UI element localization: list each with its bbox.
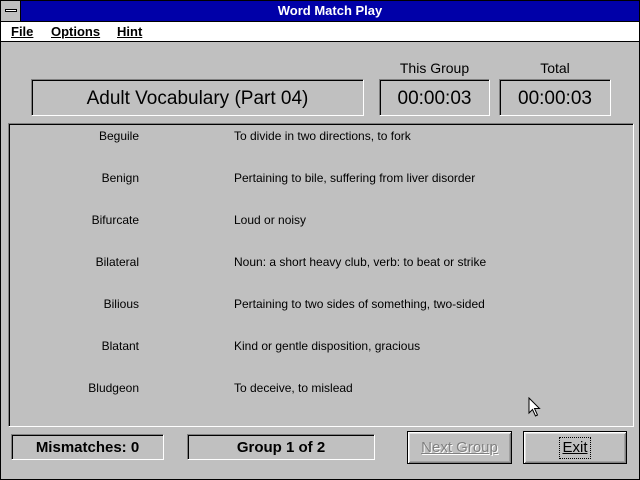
definition-item[interactable]: Noun: a short heavy club, verb: to beat … xyxy=(234,255,486,269)
definition-item[interactable]: Loud or noisy xyxy=(234,213,306,227)
definition-item[interactable]: Pertaining to bile, suffering from liver… xyxy=(234,171,475,185)
definition-item[interactable]: To deceive, to mislead xyxy=(234,381,353,395)
definition-item[interactable]: Kind or gentle disposition, gracious xyxy=(234,339,420,353)
definition-item[interactable]: To divide in two directions, to fork xyxy=(234,129,411,143)
mismatches-counter: Mismatches: 0 xyxy=(11,434,164,460)
menu-bar: File Options Hint xyxy=(1,22,639,42)
next-group-button[interactable]: Next Group xyxy=(407,431,512,464)
exit-button-label: Exit xyxy=(559,437,591,459)
term-item[interactable]: Benign xyxy=(9,171,139,185)
total-timer: 00:00:03 xyxy=(499,79,611,116)
mouse-pointer-icon xyxy=(528,397,541,417)
term-item[interactable]: Bludgeon xyxy=(9,381,139,395)
definition-item[interactable]: Pertaining to two sides of something, tw… xyxy=(234,297,485,311)
exit-button[interactable]: Exit xyxy=(523,431,627,464)
group-indicator: Group 1 of 2 xyxy=(187,434,375,460)
title-bar: Word Match Play xyxy=(1,1,639,22)
term-item[interactable]: Bilious xyxy=(9,297,139,311)
menu-options[interactable]: Options xyxy=(51,22,100,41)
app-window: Word Match Play File Options Hint Adult … xyxy=(0,0,640,480)
total-label: Total xyxy=(540,60,570,76)
this-group-timer: 00:00:03 xyxy=(379,79,490,116)
term-item[interactable]: Bifurcate xyxy=(9,213,139,227)
this-group-label: This Group xyxy=(399,60,470,76)
term-item[interactable]: Bilateral xyxy=(9,255,139,269)
term-item[interactable]: Blatant xyxy=(9,339,139,353)
system-menu-icon[interactable] xyxy=(1,1,21,21)
word-list-panel: Beguile To divide in two directions, to … xyxy=(8,123,634,427)
menu-file[interactable]: File xyxy=(11,22,33,41)
window-title: Word Match Play xyxy=(277,3,383,18)
group-title: Adult Vocabulary (Part 04) xyxy=(31,79,364,116)
menu-hint[interactable]: Hint xyxy=(117,22,142,41)
term-item[interactable]: Beguile xyxy=(9,129,139,143)
